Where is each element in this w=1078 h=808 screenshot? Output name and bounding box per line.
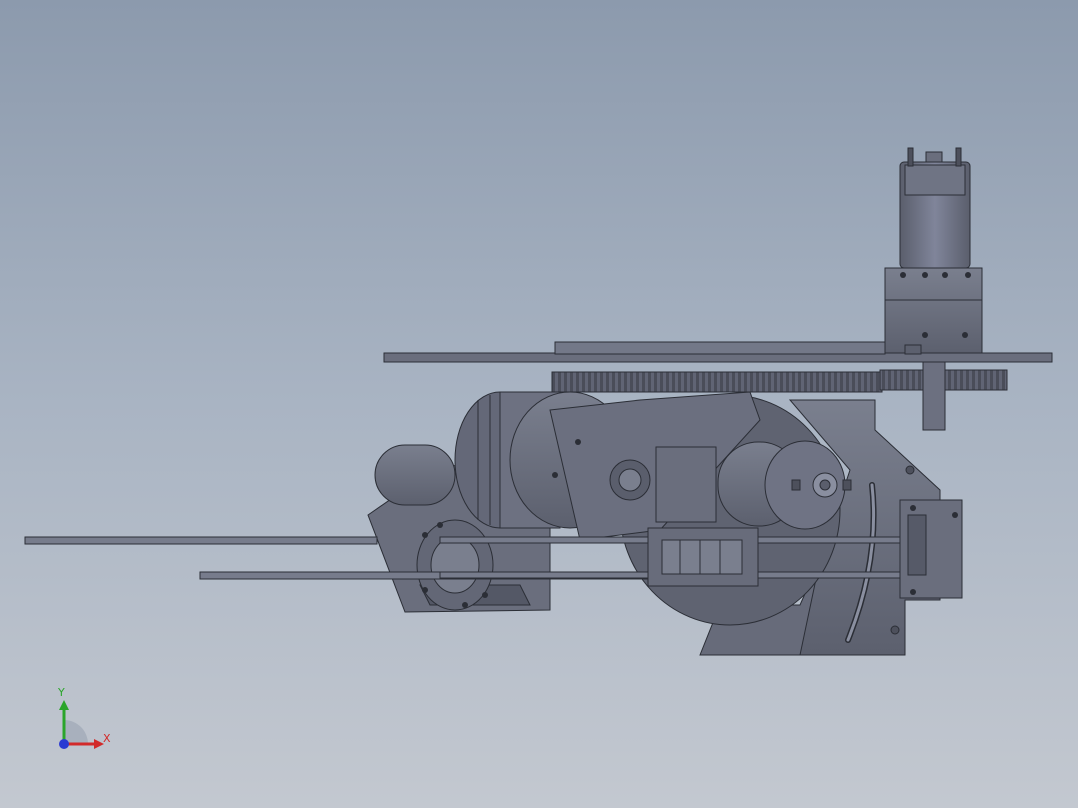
- bearing-flange[interactable]: [416, 519, 494, 611]
- side-motor[interactable]: [655, 440, 852, 530]
- z-axis-dot: [59, 739, 69, 749]
- linear-carriage[interactable]: [647, 527, 759, 587]
- pinion-gear[interactable]: [879, 361, 1008, 431]
- motor-flange[interactable]: [884, 267, 983, 355]
- triad-axes: [59, 700, 104, 749]
- connector-block[interactable]: [899, 499, 963, 599]
- left-cylinder[interactable]: [374, 444, 456, 506]
- cad-viewport[interactable]: X Y: [0, 0, 1078, 808]
- x-axis-label: X: [103, 732, 111, 745]
- y-axis-label: Y: [58, 686, 65, 699]
- cad-model[interactable]: [0, 0, 1078, 808]
- ring-gear[interactable]: [551, 371, 883, 393]
- coordinate-triad: X Y: [40, 680, 130, 760]
- top-motor[interactable]: [899, 147, 971, 269]
